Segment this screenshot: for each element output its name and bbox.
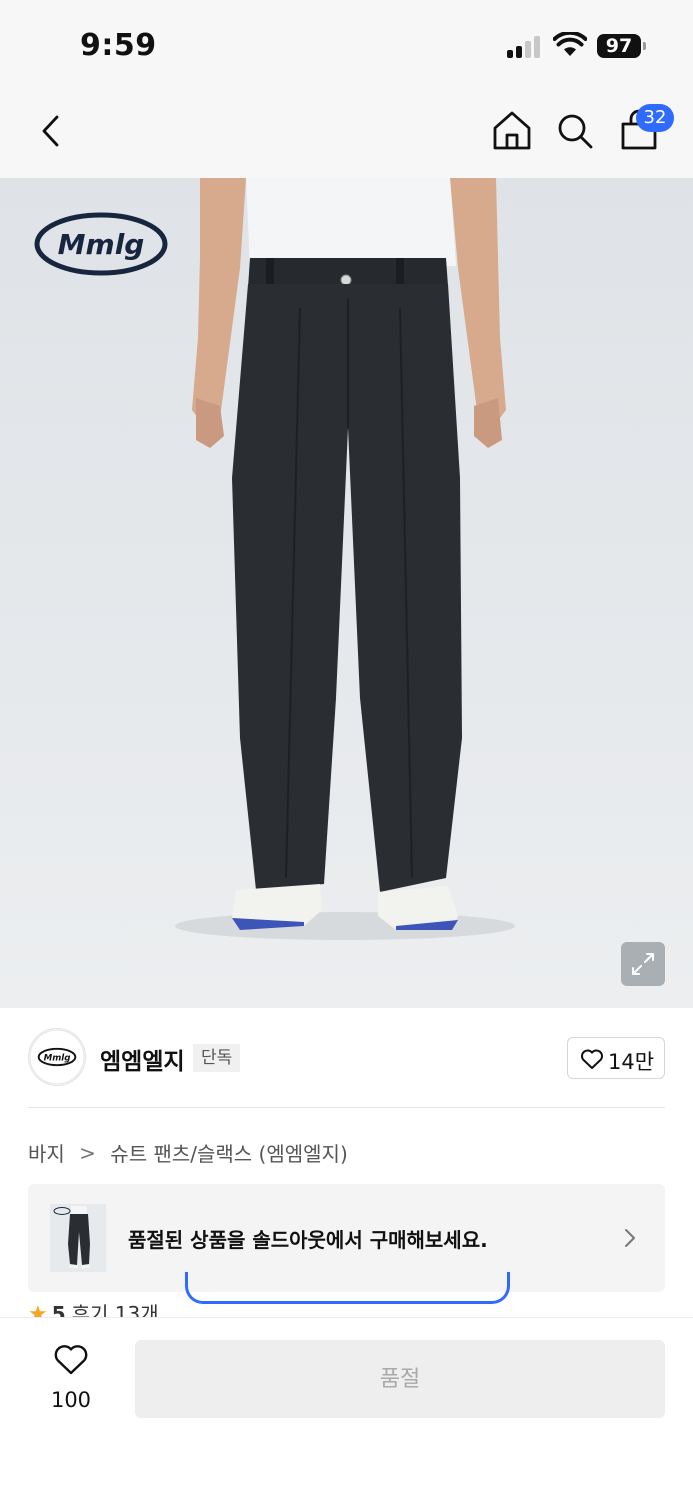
battery-nub — [643, 42, 646, 50]
heart-outline-icon — [54, 1345, 88, 1375]
home-icon[interactable] — [490, 108, 534, 154]
heart-outline-icon — [580, 1049, 604, 1069]
banner-product-thumbnail — [50, 1204, 106, 1272]
battery-indicator: 97 — [597, 34, 641, 58]
chevron-right-icon — [625, 1229, 635, 1247]
product-photo — [175, 178, 515, 940]
brand-like-count: 14만 — [608, 1050, 655, 1074]
wishlist-button[interactable]: 100 — [40, 1340, 102, 1420]
breadcrumb: 바지 > 슈트 팬츠/슬랙스 (엠엠엘지) — [28, 1138, 348, 1168]
brand-row[interactable]: Mmlg 엠엠엘지 단독 14만 — [0, 1008, 693, 1108]
wishlist-count: 100 — [50, 1388, 92, 1412]
sold-out-button[interactable]: 품절 — [135, 1340, 665, 1418]
svg-text:Mmlg: Mmlg — [58, 228, 145, 261]
brand-like-button[interactable]: 14만 — [567, 1037, 665, 1079]
bottom-action-bar: 100 품절 — [0, 1318, 693, 1500]
status-time: 9:59 — [80, 28, 157, 63]
back-arrow-icon[interactable] — [30, 108, 74, 154]
expand-image-icon[interactable] — [621, 942, 665, 986]
coupon-button-outline — [185, 1272, 510, 1304]
breadcrumb-subcategory[interactable]: 슈트 팬츠/슬랙스 (엠엠엘지) — [110, 1138, 347, 1167]
status-bar: 9:59 97 — [0, 0, 693, 90]
cellular-signal-icon — [507, 36, 543, 58]
search-icon[interactable] — [553, 108, 597, 154]
brand-avatar[interactable]: Mmlg — [28, 1028, 86, 1086]
breadcrumb-separator: > — [79, 1140, 96, 1165]
banner-text: 품절된 상품을 솔드아웃에서 구매해보세요. — [128, 1228, 488, 1252]
wifi-icon — [553, 32, 587, 56]
product-image[interactable]: Mmlg — [0, 178, 693, 1008]
svg-text:Mmlg: Mmlg — [44, 1053, 71, 1063]
cart-count-badge: 32 — [636, 104, 674, 132]
section-divider — [28, 1107, 665, 1108]
brand-name[interactable]: 엠엠엘지 — [100, 1042, 185, 1076]
top-nav-bar — [0, 90, 693, 178]
exclusive-badge: 단독 — [193, 1044, 241, 1072]
brand-logo-watermark: Mmlg — [34, 212, 168, 276]
breadcrumb-category[interactable]: 바지 — [28, 1138, 65, 1167]
